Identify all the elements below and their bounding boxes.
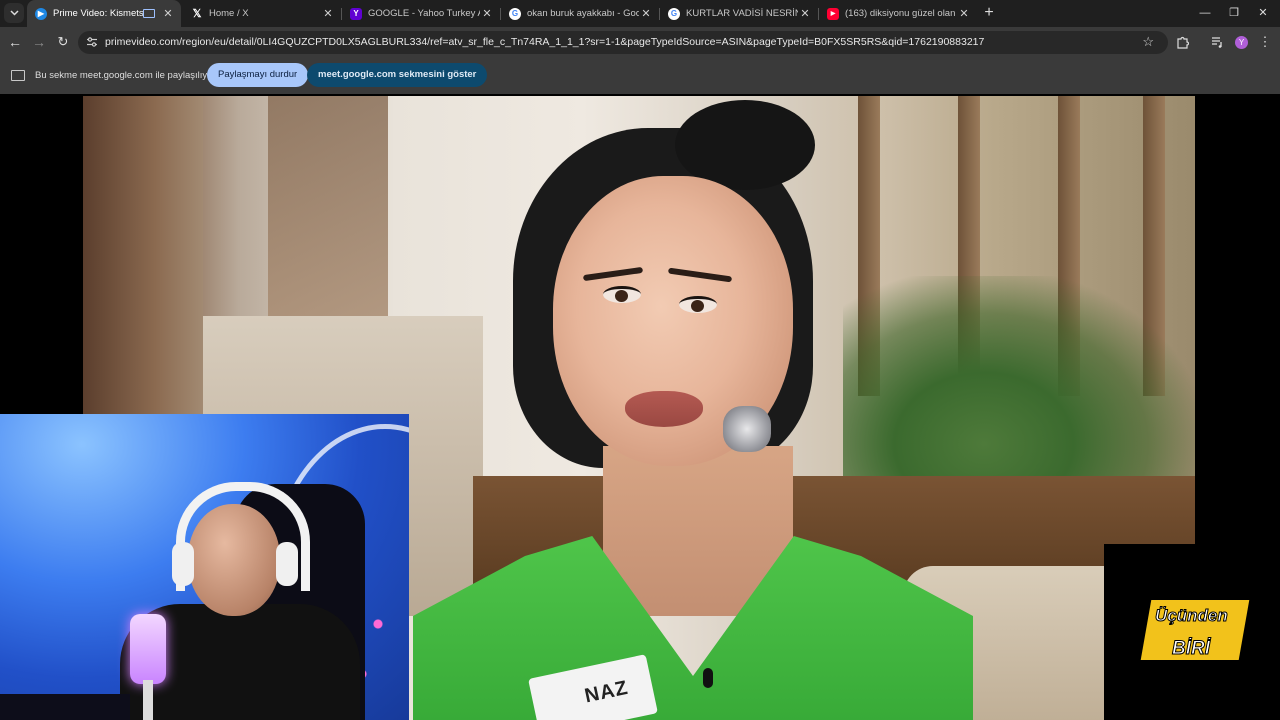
- tab-title: Prime Video: Kismetse Olur: [53, 8, 143, 19]
- address-bar[interactable]: primevideo.com/region/eu/detail/0LI4GQUZ…: [78, 31, 1168, 54]
- close-tab-icon[interactable]: ✕: [161, 7, 175, 20]
- background-wall: [83, 96, 203, 416]
- sharing-message: Bu sekme meet.google.com ile paylaşılıyo…: [35, 70, 216, 81]
- profile-avatar[interactable]: Y: [1235, 36, 1248, 49]
- back-button[interactable]: ←: [6, 33, 24, 51]
- microphone-arm: [143, 680, 153, 720]
- tab-title: Home / X: [209, 8, 249, 19]
- right-eye: [679, 296, 717, 313]
- youtube-icon: ▶: [827, 7, 839, 20]
- tab-title: okan buruk ayakkabı - Google'da: [527, 8, 639, 19]
- avatar-initial: Y: [1238, 38, 1245, 47]
- screen-share-icon: [11, 70, 25, 81]
- browser-toolbar: ← → ↻ primevideo.com/region/eu/detail/0L…: [0, 27, 1280, 58]
- bookmark-star-icon[interactable]: ☆: [1142, 34, 1154, 50]
- show-logo-area: [1104, 544, 1280, 720]
- tab-yahoo-search[interactable]: Y GOOGLE - Yahoo Turkey Arama ✕: [342, 0, 500, 27]
- tab-title: GOOGLE - Yahoo Turkey Arama: [368, 8, 480, 19]
- arrow-left-icon: ←: [8, 34, 22, 50]
- media-controls-button[interactable]: [1209, 34, 1225, 50]
- earring: [723, 406, 771, 452]
- tab-prime-video[interactable]: ▶ Prime Video: Kismetse Olur ✕: [27, 0, 181, 27]
- streamer-microphone: [130, 614, 166, 684]
- playlist-icon: [1211, 37, 1222, 48]
- screen-share-icon: [143, 9, 155, 18]
- tab-google-okan[interactable]: G okan buruk ayakkabı - Google'da ✕: [501, 0, 659, 27]
- lapel-mic: [703, 668, 713, 688]
- headset-cup: [276, 542, 298, 586]
- tab-title: KURTLAR VADİSİ NESRİN - Goo: [686, 8, 798, 19]
- stop-sharing-button[interactable]: Paylaşmayı durdur: [207, 63, 309, 87]
- google-icon: G: [509, 7, 521, 20]
- chevron-down-icon: [9, 10, 19, 16]
- plus-icon: +: [984, 4, 994, 21]
- close-tab-icon[interactable]: ✕: [480, 7, 494, 20]
- extensions-button[interactable]: [1174, 34, 1190, 50]
- webcam-overlay: [0, 414, 409, 720]
- logo-text-line2: BİRİ: [1172, 638, 1211, 660]
- google-icon: G: [668, 7, 680, 20]
- video-player[interactable]: NAZ Üçünden BİRİ: [0, 94, 1280, 720]
- tab-search-button[interactable]: [4, 3, 24, 23]
- tab-strip: ▶ Prime Video: Kismetse Olur ✕ 𝕏 Home / …: [0, 0, 1280, 27]
- tab-title: (163) diksiyonu güzel olan tostu: [845, 8, 957, 19]
- background-shelf: [268, 96, 388, 321]
- new-tab-button[interactable]: +: [980, 4, 998, 22]
- more-vertical-icon: ⋮: [1258, 34, 1272, 49]
- name-card-text: NAZ: [582, 676, 631, 708]
- tab-google-kurtlar[interactable]: G KURTLAR VADİSİ NESRİN - Goo ✕: [660, 0, 818, 27]
- reload-icon: ↻: [57, 34, 69, 49]
- close-tab-icon[interactable]: ✕: [321, 7, 335, 20]
- minimize-icon: —: [1199, 7, 1211, 19]
- close-window-button[interactable]: ✕: [1246, 0, 1280, 27]
- site-info-icon[interactable]: [86, 36, 98, 48]
- yahoo-icon: Y: [350, 7, 362, 20]
- tab-x-home[interactable]: 𝕏 Home / X ✕: [183, 0, 341, 27]
- person-lips: [625, 391, 703, 427]
- show-meet-tab-button[interactable]: meet.google.com sekmesini göster: [307, 63, 488, 87]
- restore-icon: ❐: [1229, 7, 1239, 19]
- close-icon: ✕: [1258, 7, 1268, 19]
- tab-sharing-infobar: Bu sekme meet.google.com ile paylaşılıyo…: [0, 58, 1280, 94]
- close-tab-icon[interactable]: ✕: [639, 7, 653, 20]
- reload-button[interactable]: ↻: [54, 33, 72, 51]
- prime-video-icon: ▶: [35, 7, 47, 20]
- logo-text-line1: Üçünden: [1155, 606, 1229, 626]
- left-eye: [603, 286, 641, 303]
- menu-button[interactable]: ⋮: [1257, 34, 1273, 50]
- close-tab-icon[interactable]: ✕: [798, 7, 812, 20]
- headset-cup: [172, 542, 194, 586]
- arrow-right-icon: →: [32, 34, 46, 50]
- desk: [0, 694, 130, 720]
- x-icon: 𝕏: [192, 8, 202, 20]
- url-text[interactable]: primevideo.com/region/eu/detail/0LI4GQUZ…: [105, 36, 984, 48]
- tab-youtube[interactable]: ▶ (163) diksiyonu güzel olan tostu ✕: [819, 0, 977, 27]
- forward-button[interactable]: →: [30, 33, 48, 51]
- puzzle-icon: [1176, 36, 1189, 49]
- close-tab-icon[interactable]: ✕: [957, 7, 971, 20]
